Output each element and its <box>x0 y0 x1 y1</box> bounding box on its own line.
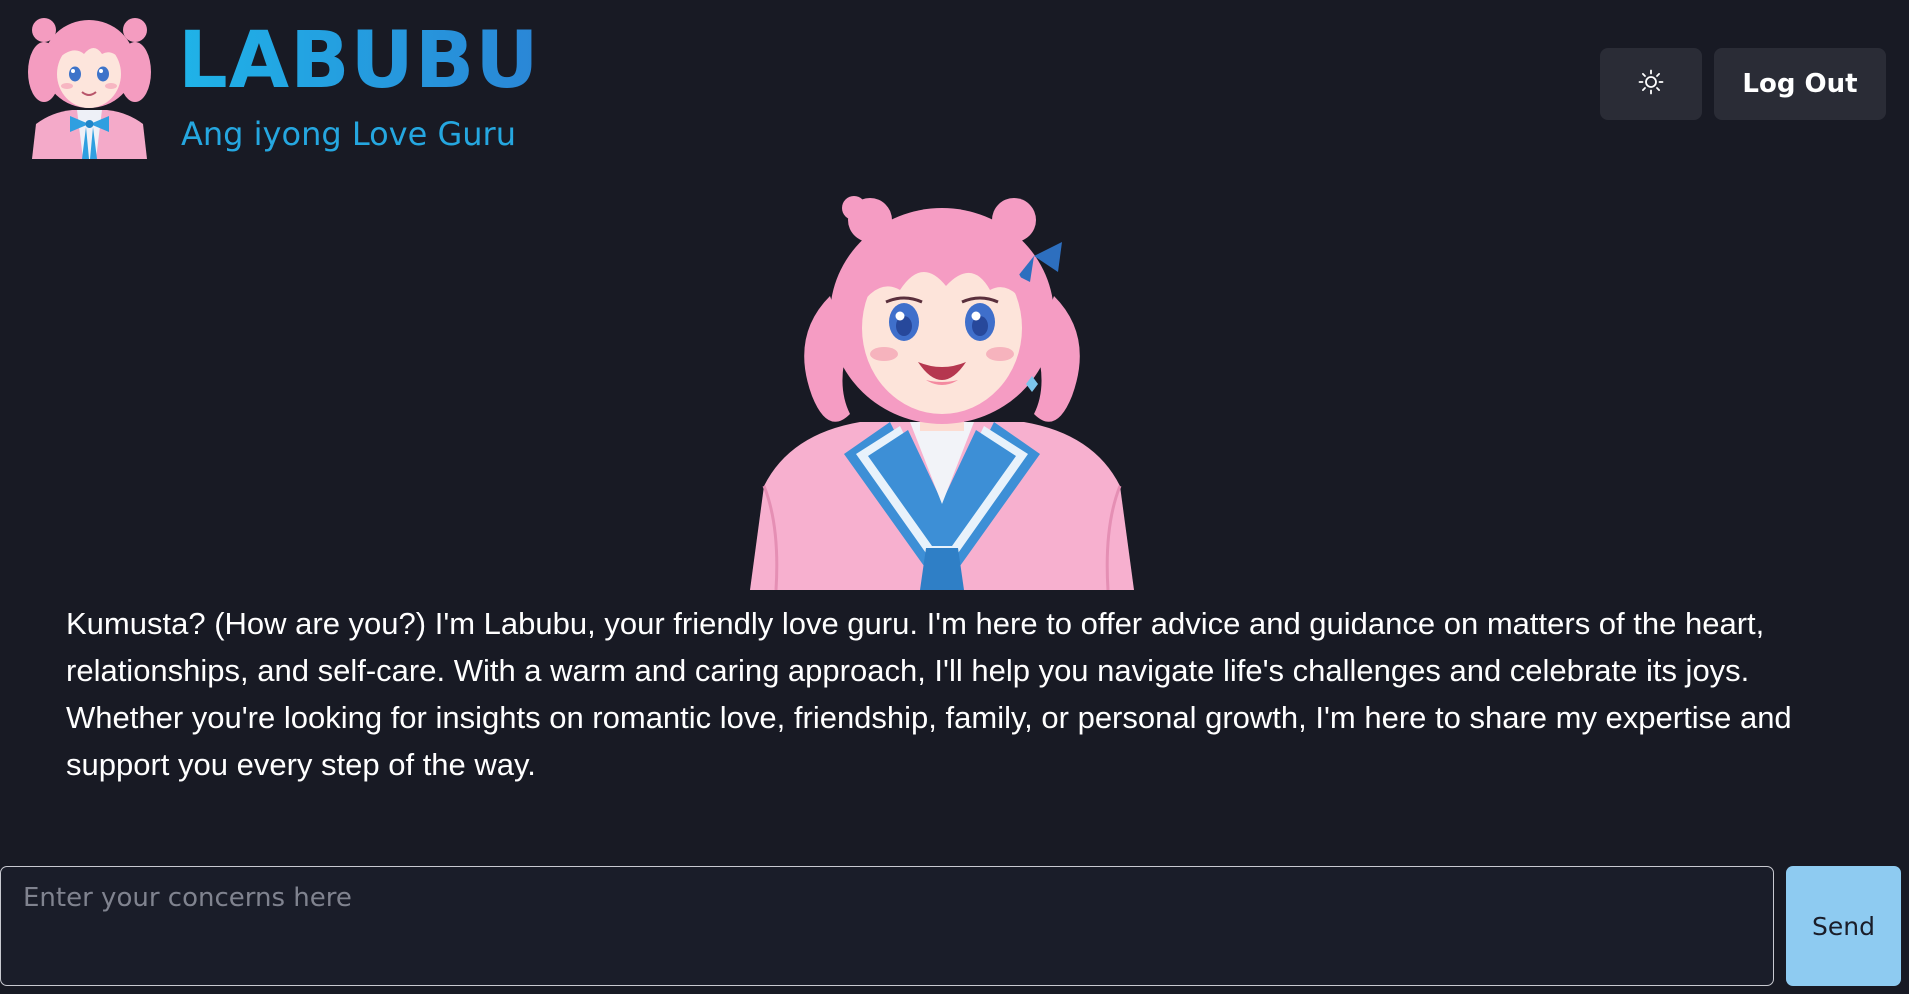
logout-button[interactable]: Log Out <box>1714 48 1886 120</box>
theme-toggle-button[interactable] <box>1600 48 1702 120</box>
app-subtitle: Ang iyong Love Guru <box>181 115 516 153</box>
anime-girl-avatar-icon <box>22 12 157 159</box>
app-header: LABUBU Ang iyong Love Guru Log Out <box>0 0 1909 170</box>
anime-girl-portrait-icon <box>750 186 1134 590</box>
concerns-input[interactable] <box>0 866 1774 986</box>
send-button[interactable]: Send <box>1786 866 1901 986</box>
app-title: LABUBU <box>178 16 540 106</box>
assistant-intro-message: Kumusta? (How are you?) I'm Labubu, your… <box>66 606 1792 782</box>
sun-icon <box>1638 69 1664 100</box>
